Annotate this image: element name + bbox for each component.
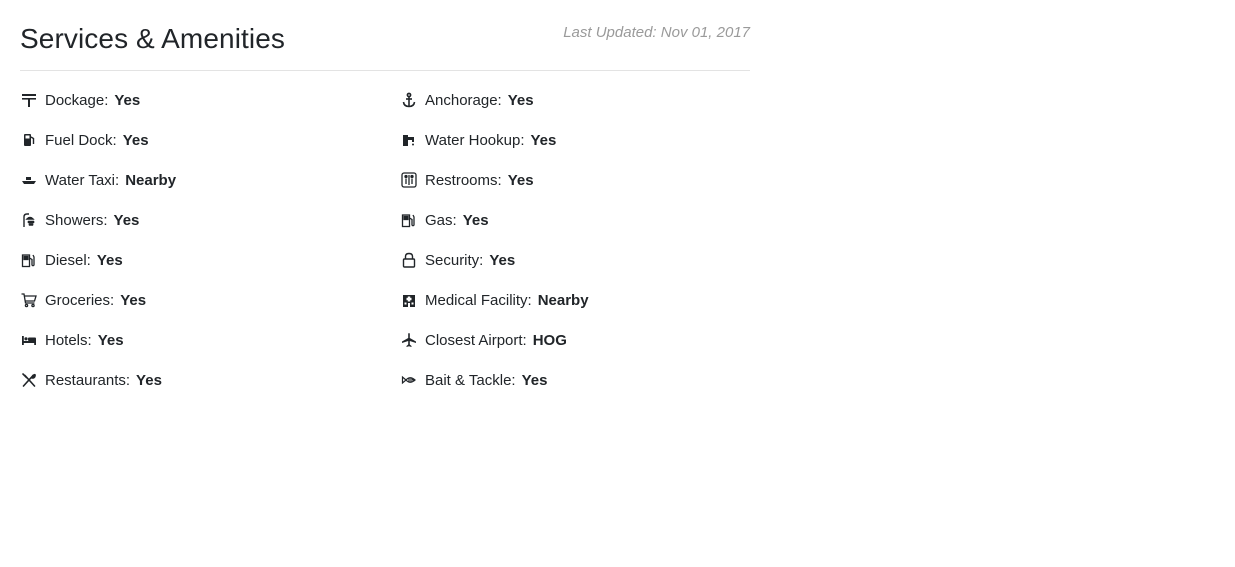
amenity-value: Nearby	[125, 171, 177, 189]
amenity-label: Restaurants:	[45, 371, 131, 389]
amenity-value: Yes	[120, 291, 147, 309]
amenity-value: Yes	[96, 251, 123, 269]
amenity-label: Restrooms:	[425, 171, 502, 189]
amenity-label: Security:	[425, 251, 484, 269]
amenity-value: Yes	[462, 211, 489, 229]
services-amenities-section: Services & Amenities Last Updated: Nov 0…	[20, 0, 750, 389]
amenity-value: Yes	[114, 91, 141, 109]
boat-icon	[20, 171, 38, 189]
dockage-icon	[20, 91, 38, 109]
hospital-icon	[400, 291, 418, 309]
amenity-gas: Gas: Yes	[400, 200, 750, 240]
amenity-value: Yes	[97, 331, 124, 349]
amenity-value: Yes	[507, 91, 534, 109]
amenity-label: Bait & Tackle:	[425, 371, 516, 389]
amenity-value: Yes	[521, 371, 548, 389]
amenity-label: Hotels:	[45, 331, 92, 349]
amenity-anchorage: Anchorage: Yes	[400, 80, 750, 120]
amenity-label: Water Hookup:	[425, 131, 525, 149]
anchor-icon	[400, 91, 418, 109]
amenity-label: Diesel:	[45, 251, 91, 269]
amenity-label: Anchorage:	[425, 91, 502, 109]
amenity-value: Yes	[530, 131, 557, 149]
amenity-value: Yes	[136, 371, 162, 389]
amenity-water-taxi: Water Taxi: Nearby	[20, 160, 400, 200]
amenity-hotels: Hotels: Yes	[20, 320, 400, 360]
amenity-value: Nearby	[537, 291, 589, 309]
amenity-restaurants: Restaurants: Yes	[20, 360, 400, 400]
amenities-grid: Dockage: Yes Anchorage: Yes Fuel Dock: Y…	[20, 80, 750, 400]
amenity-value: Yes	[122, 131, 149, 149]
amenity-groceries: Groceries: Yes	[20, 280, 400, 320]
water-faucet-icon	[400, 131, 418, 149]
amenity-diesel: Diesel: Yes	[20, 240, 400, 280]
amenity-closest-airport: Closest Airport: HOG	[400, 320, 750, 360]
amenity-bait-tackle: Bait & Tackle: Yes	[400, 360, 750, 400]
amenity-water-hookup: Water Hookup: Yes	[400, 120, 750, 160]
amenity-showers: Showers: Yes	[20, 200, 400, 240]
bed-icon	[20, 331, 38, 349]
section-header: Services & Amenities Last Updated: Nov 0…	[20, 0, 750, 71]
amenity-label: Water Taxi:	[45, 171, 120, 189]
utensils-icon	[20, 371, 38, 389]
amenity-value: Yes	[113, 211, 140, 229]
amenity-label: Showers:	[45, 211, 108, 229]
amenity-value: HOG	[532, 331, 567, 349]
amenity-label: Dockage:	[45, 91, 109, 109]
amenity-label: Medical Facility:	[425, 291, 532, 309]
amenity-value: Yes	[489, 251, 516, 269]
amenity-restrooms: Restrooms: Yes	[400, 160, 750, 200]
diesel-pump-icon	[20, 251, 38, 269]
amenity-label: Gas:	[425, 211, 457, 229]
restroom-icon	[400, 171, 418, 189]
fuel-pump-icon	[20, 131, 38, 149]
amenity-medical-facility: Medical Facility: Nearby	[400, 280, 750, 320]
last-updated-text: Last Updated: Nov 01, 2017	[563, 24, 750, 41]
amenity-fuel-dock: Fuel Dock: Yes	[20, 120, 400, 160]
amenity-security: Security: Yes	[400, 240, 750, 280]
lock-icon	[400, 251, 418, 269]
airplane-icon	[400, 331, 418, 349]
amenity-value: Yes	[507, 171, 534, 189]
amenity-label: Closest Airport:	[425, 331, 527, 349]
fish-icon	[400, 371, 418, 389]
amenity-label: Fuel Dock:	[45, 131, 117, 149]
shower-icon	[20, 211, 38, 229]
amenity-label: Groceries:	[45, 291, 115, 309]
gas-pump-icon	[400, 211, 418, 229]
amenity-dockage: Dockage: Yes	[20, 80, 400, 120]
shopping-cart-icon	[20, 291, 38, 309]
page-title: Services & Amenities	[20, 23, 285, 54]
